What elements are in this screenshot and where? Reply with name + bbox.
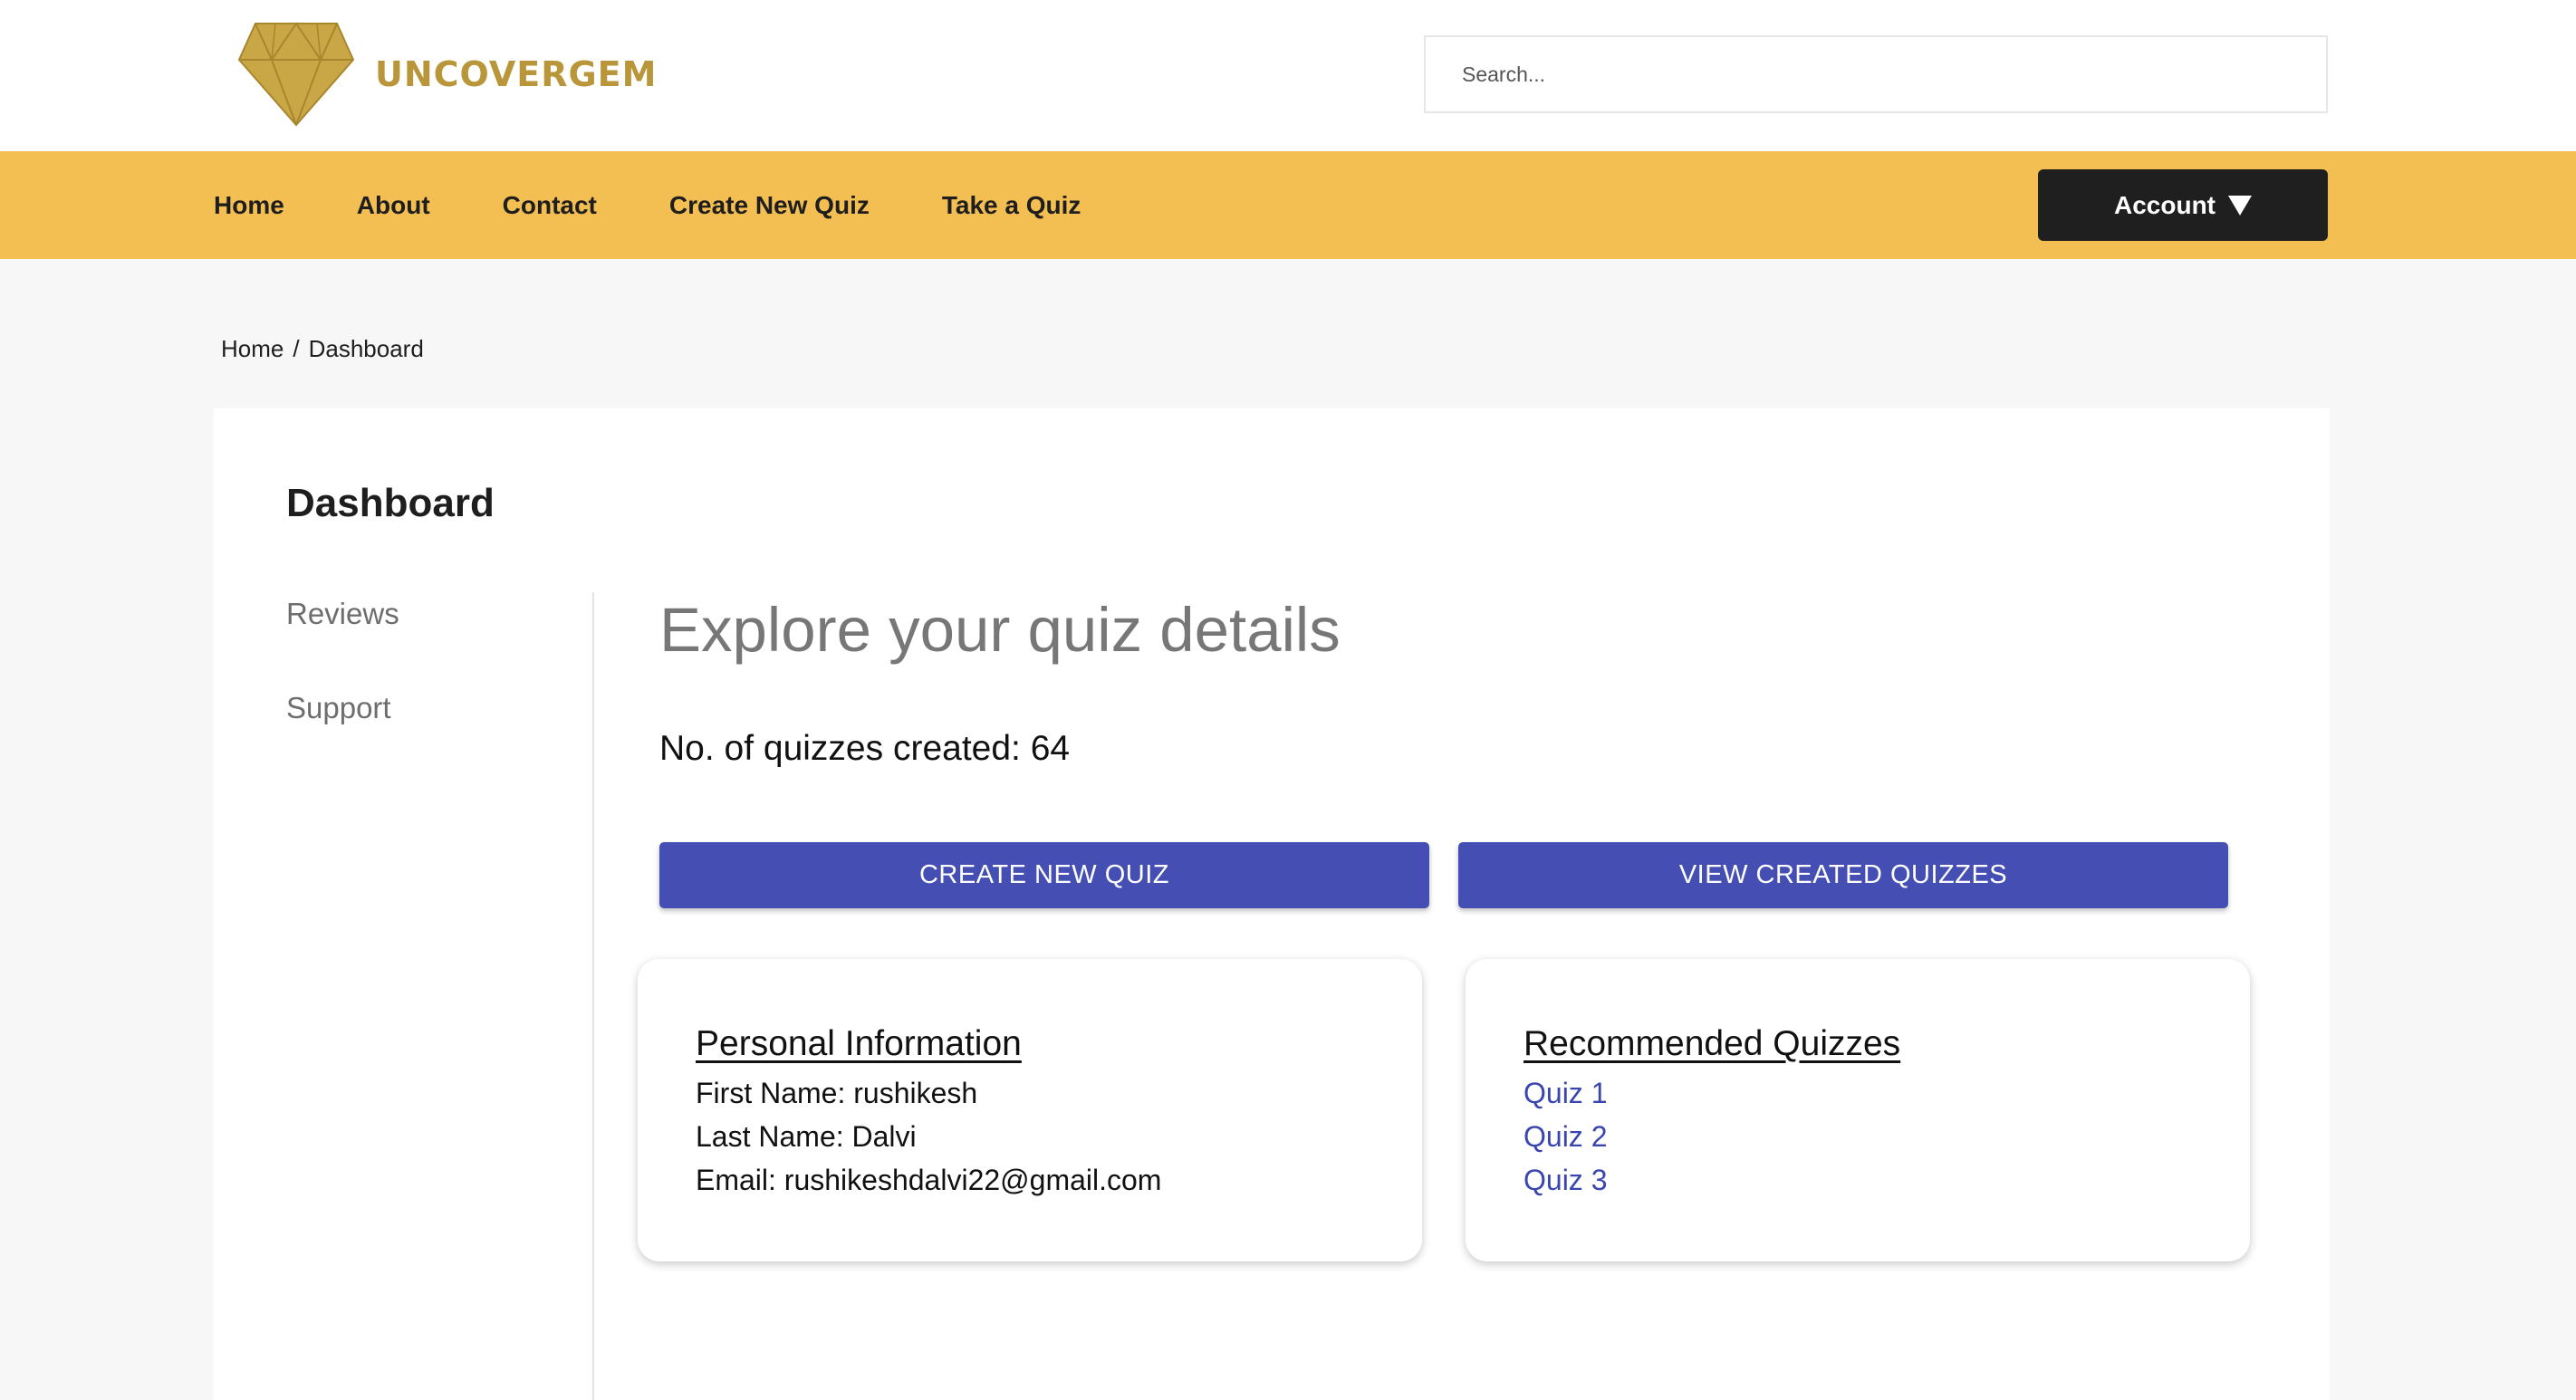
personal-info-title: Personal Information: [696, 1024, 1022, 1063]
nav-item-contact[interactable]: Contact: [503, 191, 597, 220]
nav-links: Home About Contact Create New Quiz Take …: [214, 151, 1153, 259]
diamond-icon: [237, 22, 355, 127]
search-input[interactable]: [1426, 37, 2326, 111]
breadcrumb-separator: /: [293, 335, 300, 362]
create-new-quiz-button[interactable]: CREATE NEW QUIZ: [659, 842, 1429, 908]
recommended-quizzes-title: Recommended Quizzes: [1523, 1024, 1901, 1063]
dashboard-panel: Dashboard Reviews Support Explore your q…: [214, 408, 2330, 1400]
dashboard-content: Explore your quiz details No. of quizzes…: [659, 590, 2308, 908]
breadcrumb-current: Dashboard: [308, 335, 424, 362]
content-heading: Explore your quiz details: [659, 595, 1341, 665]
brand-name: UNCOVERGEM: [375, 54, 658, 94]
sidebar-divider: [592, 592, 594, 1400]
last-name-text: Last Name: Dalvi: [696, 1120, 917, 1153]
top-header: UNCOVERGEM: [0, 0, 2576, 151]
account-button[interactable]: Account: [2038, 169, 2328, 241]
sidebar-item-reviews[interactable]: Reviews: [286, 590, 399, 684]
main-nav: Home About Contact Create New Quiz Take …: [0, 151, 2576, 259]
view-created-quizzes-button[interactable]: VIEW CREATED QUIZZES: [1458, 842, 2228, 908]
first-name-text: First Name: rushikesh: [696, 1077, 978, 1109]
sidebar-item-support[interactable]: Support: [286, 684, 399, 778]
quiz-count-text: No. of quizzes created: 64: [659, 729, 1071, 768]
nav-item-about[interactable]: About: [357, 191, 430, 220]
nav-item-take-a-quiz[interactable]: Take a Quiz: [942, 191, 1081, 220]
recommended-quiz-link[interactable]: Quiz 3: [1523, 1158, 2192, 1202]
nav-item-home[interactable]: Home: [214, 191, 284, 220]
recommended-quiz-link[interactable]: Quiz 2: [1523, 1115, 2192, 1158]
account-button-label: Account: [2114, 190, 2216, 219]
breadcrumb: Home / Dashboard: [221, 335, 424, 363]
caret-down-icon: [2228, 195, 2252, 216]
dashboard-sidebar: Reviews Support: [286, 590, 399, 778]
breadcrumb-home-link[interactable]: Home: [221, 335, 284, 363]
search-box: [1424, 35, 2328, 113]
brand-logo[interactable]: UNCOVERGEM: [237, 22, 657, 127]
recommended-quiz-link[interactable]: Quiz 1: [1523, 1071, 2192, 1115]
recommended-quizzes-card: Recommended Quizzes Quiz 1 Quiz 2 Quiz 3: [1466, 959, 2250, 1261]
personal-info-card: Personal Information First Name: rushike…: [638, 959, 1422, 1261]
email-text: Email: rushikeshdalvi22@gmail.com: [696, 1164, 1162, 1196]
page-title: Dashboard: [286, 481, 495, 525]
nav-item-create-new-quiz[interactable]: Create New Quiz: [669, 191, 870, 220]
